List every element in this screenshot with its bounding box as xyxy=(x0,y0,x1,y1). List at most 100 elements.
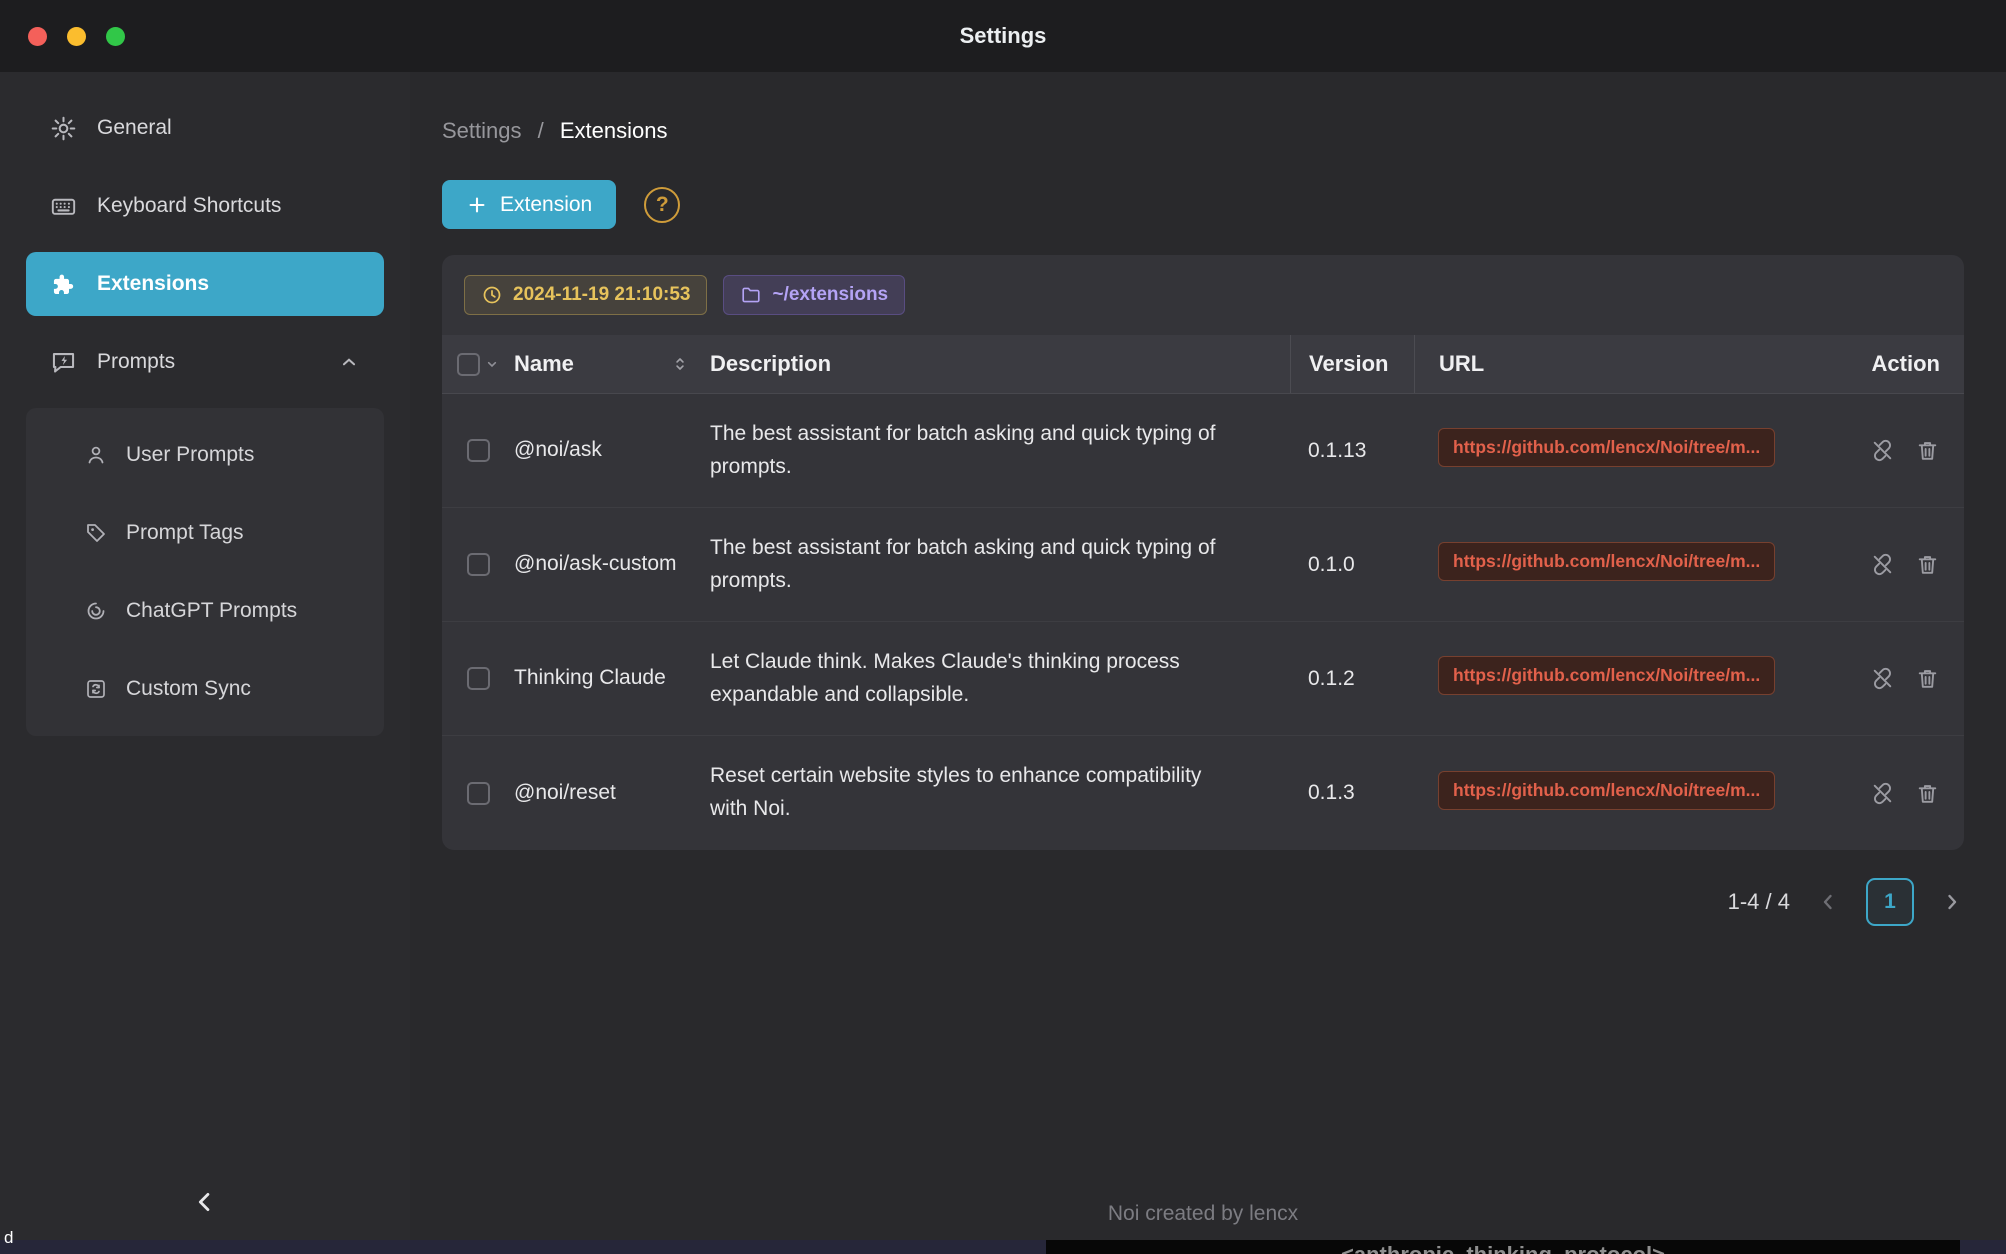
row-checkbox-cell xyxy=(442,439,514,462)
timestamp-text: 2024-11-19 21:10:53 xyxy=(513,284,690,306)
delete-extension-icon[interactable] xyxy=(1915,666,1940,691)
extension-description: Reset certain website styles to enhance … xyxy=(710,760,1290,825)
disable-extension-icon[interactable] xyxy=(1870,666,1895,691)
add-extension-button[interactable]: Extension xyxy=(442,180,616,229)
filter-badges: 2024-11-19 21:10:53 ~/extensions xyxy=(442,255,1964,335)
extension-url-link[interactable]: https://github.com/lencx/Noi/tree/m... xyxy=(1438,771,1775,810)
page-1-button[interactable]: 1 xyxy=(1866,878,1914,926)
table-row: @noi/reset Reset certain website styles … xyxy=(442,736,1964,850)
delete-extension-icon[interactable] xyxy=(1915,438,1940,463)
traffic-lights xyxy=(28,0,125,72)
footer-credit: Noi created by lencx xyxy=(442,1202,1964,1226)
sidebar-item-label: Custom Sync xyxy=(126,677,251,701)
header-name-label: Name xyxy=(514,351,574,377)
user-icon xyxy=(84,443,108,467)
extension-url-cell: https://github.com/lencx/Noi/tree/m... xyxy=(1414,771,1844,816)
extensions-panel: 2024-11-19 21:10:53 ~/extensions xyxy=(442,255,1964,850)
sidebar-item-general[interactable]: General xyxy=(26,96,384,160)
chevron-left-icon xyxy=(191,1188,219,1216)
delete-extension-icon[interactable] xyxy=(1915,552,1940,577)
help-icon[interactable]: ? xyxy=(644,187,680,223)
background-window-strip: <anthropic_thinking_protocol> xyxy=(0,1240,2006,1254)
table-row: @noi/ask-custom The best assistant for b… xyxy=(442,508,1964,622)
extension-url-cell: https://github.com/lencx/Noi/tree/m... xyxy=(1414,428,1844,473)
sidebar-item-keyboard-shortcuts[interactable]: Keyboard Shortcuts xyxy=(26,174,384,238)
close-window-button[interactable] xyxy=(28,27,47,46)
background-letter: d xyxy=(4,1228,13,1248)
extension-url-link[interactable]: https://github.com/lencx/Noi/tree/m... xyxy=(1438,428,1775,467)
sidebar-item-prompts[interactable]: Prompts xyxy=(26,330,384,394)
header-name: Name xyxy=(514,335,710,393)
extension-name: @noi/ask-custom xyxy=(514,549,710,579)
row-checkbox[interactable] xyxy=(467,439,490,462)
main-content: Settings / Extensions Extension ? xyxy=(410,72,2006,1254)
row-checkbox-cell xyxy=(442,667,514,690)
sidebar-item-chatgpt-prompts[interactable]: ChatGPT Prompts xyxy=(26,572,384,650)
keyboard-icon xyxy=(50,193,77,220)
sidebar-item-prompt-tags[interactable]: Prompt Tags xyxy=(26,494,384,572)
pagination: 1-4 / 4 1 xyxy=(442,878,1964,926)
timestamp-badge[interactable]: 2024-11-19 21:10:53 xyxy=(464,275,707,315)
directory-badge[interactable]: ~/extensions xyxy=(723,275,905,315)
sidebar-collapse-button[interactable] xyxy=(0,1188,410,1216)
row-actions xyxy=(1844,666,1964,691)
extension-url-link[interactable]: https://github.com/lencx/Noi/tree/m... xyxy=(1438,656,1775,695)
select-all-checkbox[interactable] xyxy=(457,353,480,376)
sidebar-item-user-prompts[interactable]: User Prompts xyxy=(26,416,384,494)
help-glyph: ? xyxy=(656,193,669,217)
chat-prompt-icon xyxy=(50,349,77,376)
row-checkbox[interactable] xyxy=(467,667,490,690)
add-extension-label: Extension xyxy=(500,193,592,217)
sidebar-item-label: User Prompts xyxy=(126,443,254,467)
delete-extension-icon[interactable] xyxy=(1915,781,1940,806)
row-checkbox-cell xyxy=(442,782,514,805)
maximize-window-button[interactable] xyxy=(106,27,125,46)
next-page-icon[interactable] xyxy=(1940,890,1964,914)
puzzle-icon xyxy=(50,271,77,298)
breadcrumb-separator: / xyxy=(538,118,544,143)
sidebar-item-label: Prompts xyxy=(97,350,175,374)
plus-icon xyxy=(466,194,488,216)
clock-icon xyxy=(481,284,503,306)
header-description: Description xyxy=(710,335,1290,393)
extension-url-cell: https://github.com/lencx/Noi/tree/m... xyxy=(1414,542,1844,587)
sidebar-item-label: Extensions xyxy=(97,272,209,296)
row-checkbox[interactable] xyxy=(467,553,490,576)
breadcrumb-root[interactable]: Settings xyxy=(442,118,522,143)
extension-url-link[interactable]: https://github.com/lencx/Noi/tree/m... xyxy=(1438,542,1775,581)
disable-extension-icon[interactable] xyxy=(1870,552,1895,577)
sidebar-item-label: ChatGPT Prompts xyxy=(126,599,297,623)
window-body: General Keyboard Shortcuts Extensions xyxy=(0,72,2006,1254)
row-actions xyxy=(1844,781,1964,806)
breadcrumb: Settings / Extensions xyxy=(442,118,1964,144)
minimize-window-button[interactable] xyxy=(67,27,86,46)
row-checkbox[interactable] xyxy=(467,782,490,805)
extension-name: @noi/ask xyxy=(514,435,710,465)
extension-version: 0.1.0 xyxy=(1290,553,1414,577)
background-window-left xyxy=(0,1240,1046,1254)
sidebar: General Keyboard Shortcuts Extensions xyxy=(0,72,410,1254)
row-checkbox-cell xyxy=(442,553,514,576)
extension-version: 0.1.2 xyxy=(1290,667,1414,691)
chevron-down-icon[interactable] xyxy=(484,356,500,372)
extension-version: 0.1.3 xyxy=(1290,781,1414,805)
chatgpt-icon xyxy=(84,599,108,623)
sidebar-item-custom-sync[interactable]: Custom Sync xyxy=(26,650,384,728)
table-row: @noi/ask The best assistant for batch as… xyxy=(442,394,1964,508)
title-bar: Settings xyxy=(0,0,2006,72)
extension-version: 0.1.13 xyxy=(1290,439,1414,463)
sidebar-item-label: General xyxy=(97,116,172,140)
sidebar-item-extensions[interactable]: Extensions xyxy=(26,252,384,316)
folder-icon xyxy=(740,284,762,306)
extension-url-cell: https://github.com/lencx/Noi/tree/m... xyxy=(1414,656,1844,701)
disable-extension-icon[interactable] xyxy=(1870,438,1895,463)
row-actions xyxy=(1844,552,1964,577)
extension-name: Thinking Claude xyxy=(514,663,710,693)
sort-icon[interactable] xyxy=(670,354,690,374)
tag-icon xyxy=(84,521,108,545)
previous-page-icon[interactable] xyxy=(1816,890,1840,914)
extension-name: @noi/reset xyxy=(514,778,710,808)
disable-extension-icon[interactable] xyxy=(1870,781,1895,806)
prompts-subgroup: User Prompts Prompt Tags ChatGPT Prompts xyxy=(26,408,384,736)
extension-description: Let Claude think. Makes Claude's thinkin… xyxy=(710,646,1290,711)
